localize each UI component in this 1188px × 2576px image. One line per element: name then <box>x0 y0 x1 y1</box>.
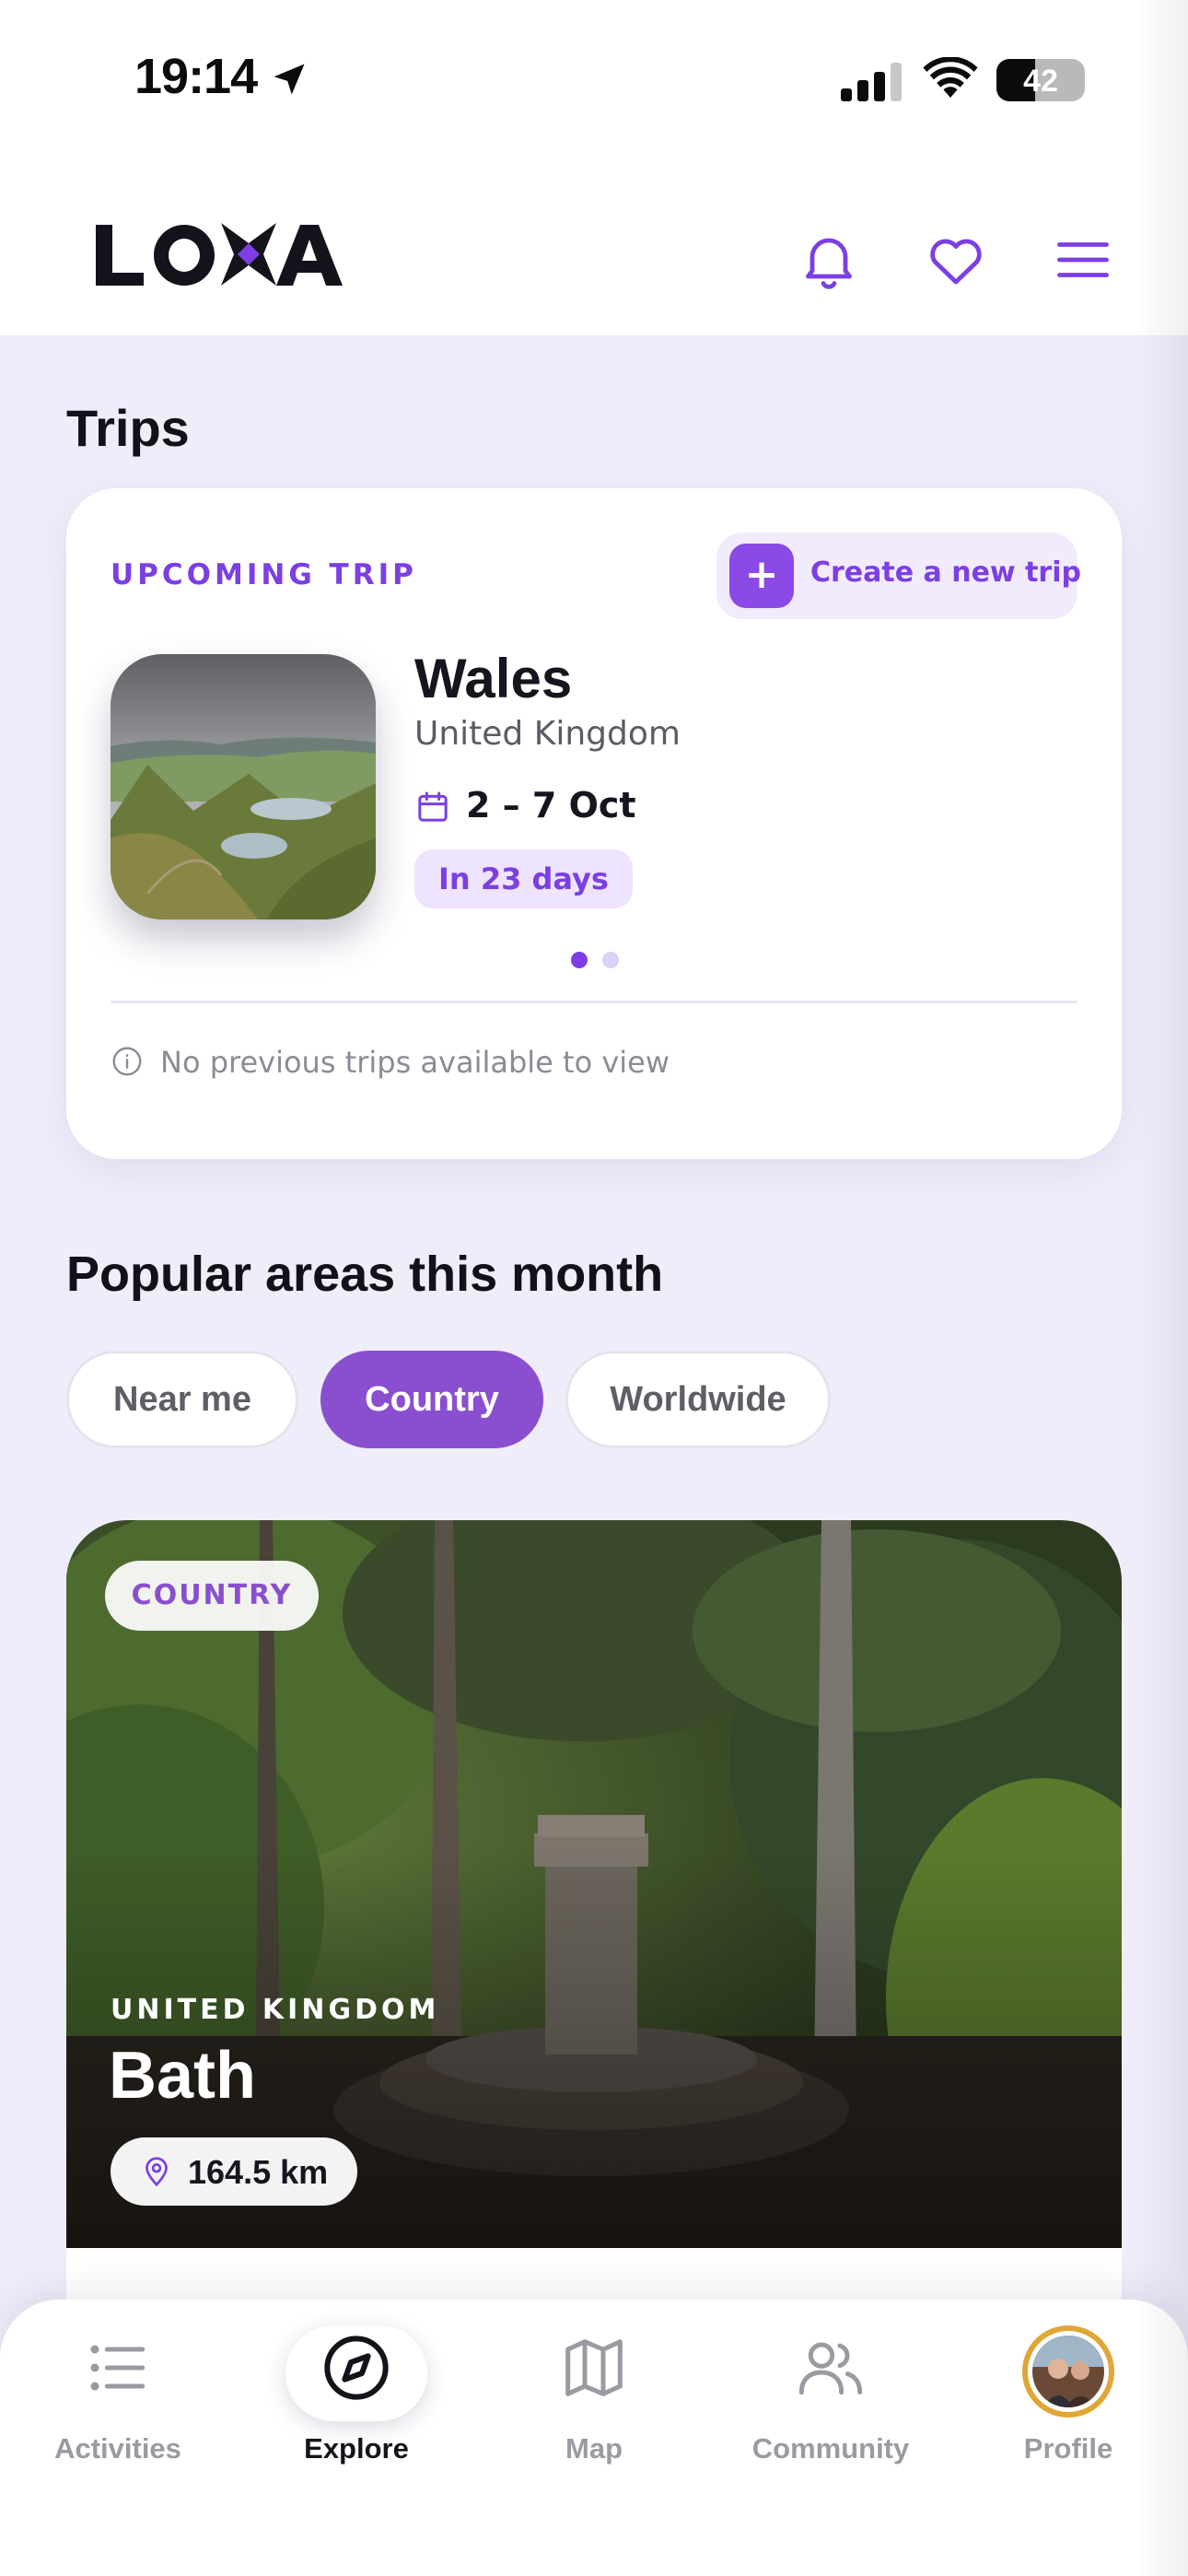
trips-title: Trips <box>66 399 190 457</box>
nav-map[interactable]: Map <box>493 2322 695 2478</box>
battery-indicator: 42 <box>996 59 1085 101</box>
filter-country[interactable]: Country <box>320 1351 543 1448</box>
nav-activities[interactable]: Activities <box>17 2322 219 2478</box>
edge-shadow <box>1133 0 1188 2576</box>
list-icon <box>90 2345 146 2391</box>
filter-near-me[interactable]: Near me <box>66 1351 298 1448</box>
area-type-badge: COUNTRY <box>105 1561 319 1631</box>
plus-icon: + <box>729 544 794 608</box>
info-icon <box>112 1047 142 1076</box>
nav-explore-label: Explore <box>304 2432 409 2465</box>
trip-name: Wales <box>414 648 573 709</box>
nav-profile[interactable]: Profile <box>967 2322 1170 2478</box>
battery-level: 42 <box>1023 64 1058 99</box>
calendar-icon <box>418 791 448 822</box>
nav-community[interactable]: Community <box>729 2322 932 2478</box>
community-icon <box>798 2342 863 2395</box>
pin-icon <box>146 2157 168 2187</box>
carousel-dot-active[interactable] <box>571 952 588 968</box>
create-trip-button[interactable]: + Create a new trip <box>716 533 1081 619</box>
nav-activities-label: Activities <box>54 2432 181 2465</box>
compass-icon <box>324 2336 389 2400</box>
nav-profile-label: Profile <box>1023 2432 1113 2465</box>
bell-icon[interactable] <box>796 227 862 293</box>
no-previous-trips-text: No previous trips available to view <box>160 1045 670 1080</box>
divider <box>111 1001 1077 1003</box>
distance-text: 164.5 km <box>188 2153 329 2191</box>
area-name: Bath <box>109 2039 256 2113</box>
distance-badge: 164.5 km <box>111 2137 357 2206</box>
menu-icon[interactable] <box>1050 227 1116 293</box>
wifi-icon <box>923 57 978 98</box>
trip-thumbnail[interactable] <box>111 654 376 919</box>
create-trip-label: Create a new trip <box>810 556 1081 589</box>
status-time: 19:14 <box>134 49 258 104</box>
trip-dates: 2 – 7 Oct <box>466 785 636 825</box>
location-arrow-icon <box>274 64 305 95</box>
nav-community-label: Community <box>751 2432 910 2465</box>
battery-cap <box>1077 72 1085 88</box>
heart-icon[interactable] <box>923 227 989 293</box>
popular-areas-title: Popular areas this month <box>66 1247 664 1302</box>
map-icon <box>565 2339 623 2396</box>
loxa-logo[interactable] <box>92 217 359 291</box>
nav-explore[interactable]: Explore <box>255 2322 458 2478</box>
mountain-lake-image <box>111 654 376 919</box>
filter-worldwide[interactable]: Worldwide <box>565 1351 831 1448</box>
upcoming-trip-label: UPCOMING TRIP <box>111 558 417 591</box>
carousel-dot[interactable] <box>602 952 619 968</box>
area-country: UNITED KINGDOM <box>111 1994 440 2026</box>
nav-map-label: Map <box>565 2432 623 2465</box>
signal-icon <box>841 63 902 101</box>
countdown-badge: In 23 days <box>414 849 633 908</box>
trip-country: United Kingdom <box>414 715 681 753</box>
